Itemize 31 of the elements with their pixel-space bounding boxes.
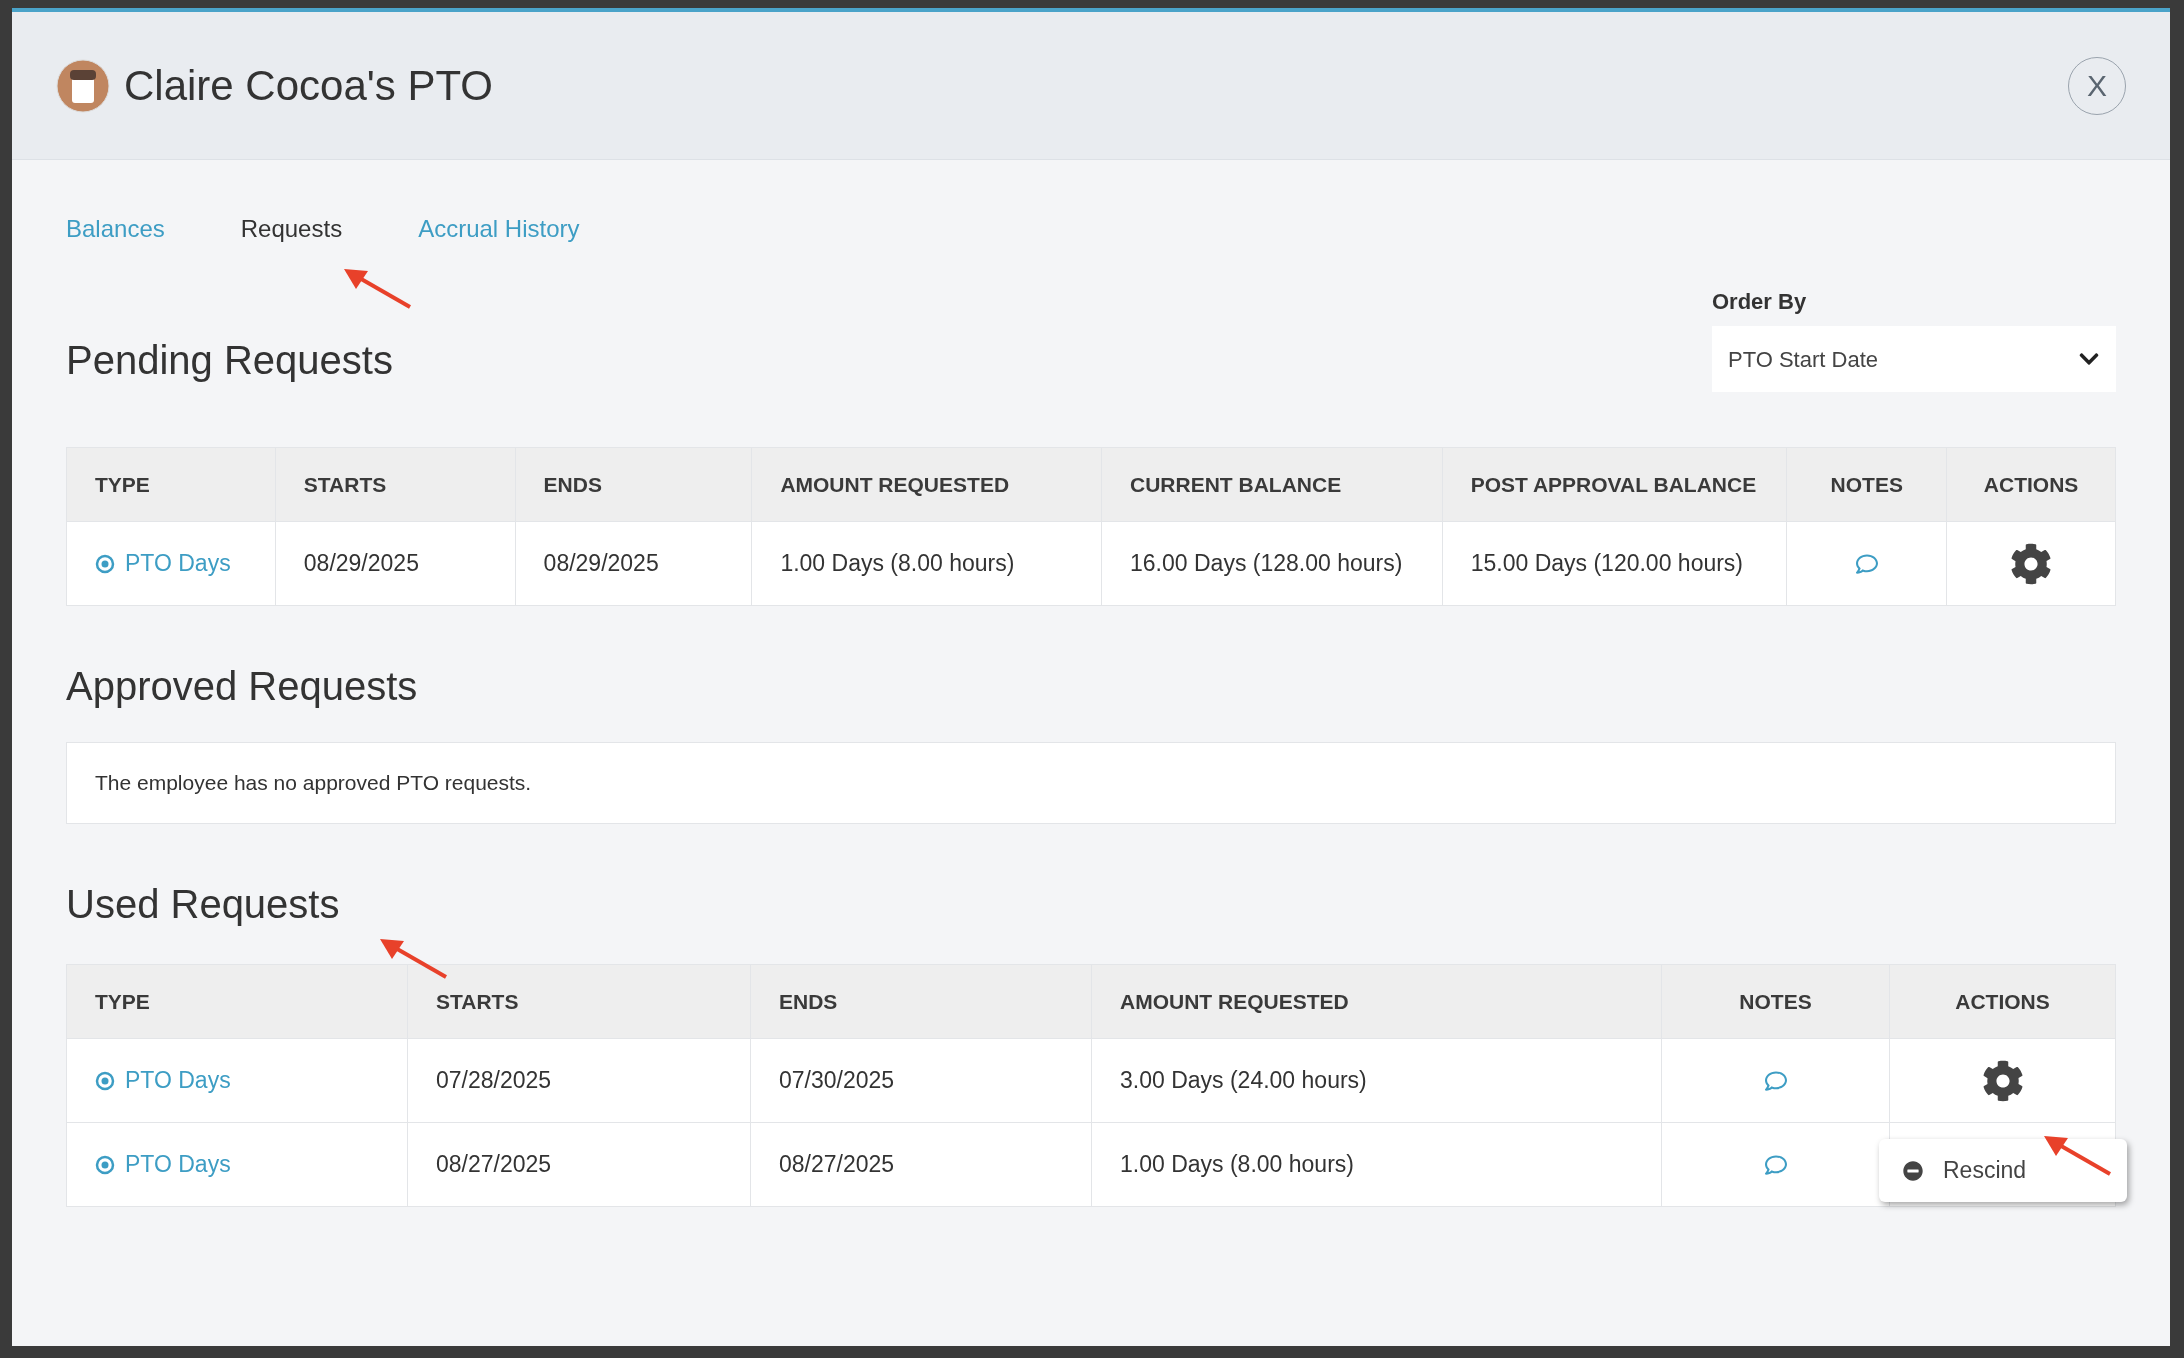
column-header: NOTES [1830,471,1903,498]
column-header: POST APPROVAL BALANCE [1470,471,1757,498]
column-header: ACTIONS [1955,988,2050,1015]
column-header: STARTS [303,471,387,498]
table-cell-text: 15.00 Days (120.00 hours) [1470,549,1744,579]
column-header: AMOUNT REQUESTED [1120,988,1349,1015]
table-cell-text: 16.00 Days (128.00 hours) [1130,549,1403,579]
column-header: ACTIONS [1983,471,2079,498]
column-header: TYPE [95,988,150,1015]
table-cell-text: 08/29/2025 [543,549,659,579]
column-header: ENDS [779,988,838,1015]
column-header: AMOUNT REQUESTED [780,471,1010,498]
table-cell-text: 1.00 Days (8.00 hours) [1120,1150,1354,1180]
table-cell-text: 08/29/2025 [303,549,419,579]
section-heading: Pending Requests [66,337,393,384]
field-label: Order By [1712,288,1808,316]
section-heading: Used Requests [66,881,341,928]
section-heading: Approved Requests [66,663,419,710]
empty-state: The employee has no approved PTO requests. [66,742,2116,824]
table-cell-text: 1.00 Days (8.00 hours) [780,549,1015,579]
table-cell-text: 3.00 Days (24.00 hours) [1120,1066,1367,1096]
table-cell-text: 07/28/2025 [436,1066,552,1096]
column-header: STARTS [436,988,519,1015]
column-header: TYPE [95,471,150,498]
table-cell-text: 08/27/2025 [779,1150,895,1180]
column-header: NOTES [1739,988,1812,1015]
table-cell-text: 08/27/2025 [436,1150,552,1180]
column-header: ENDS [543,471,602,498]
table-cell-text: 07/30/2025 [779,1066,895,1096]
dialog-title: Claire Cocoa's PTO [124,61,494,111]
column-header: CURRENT BALANCE [1130,471,1342,498]
